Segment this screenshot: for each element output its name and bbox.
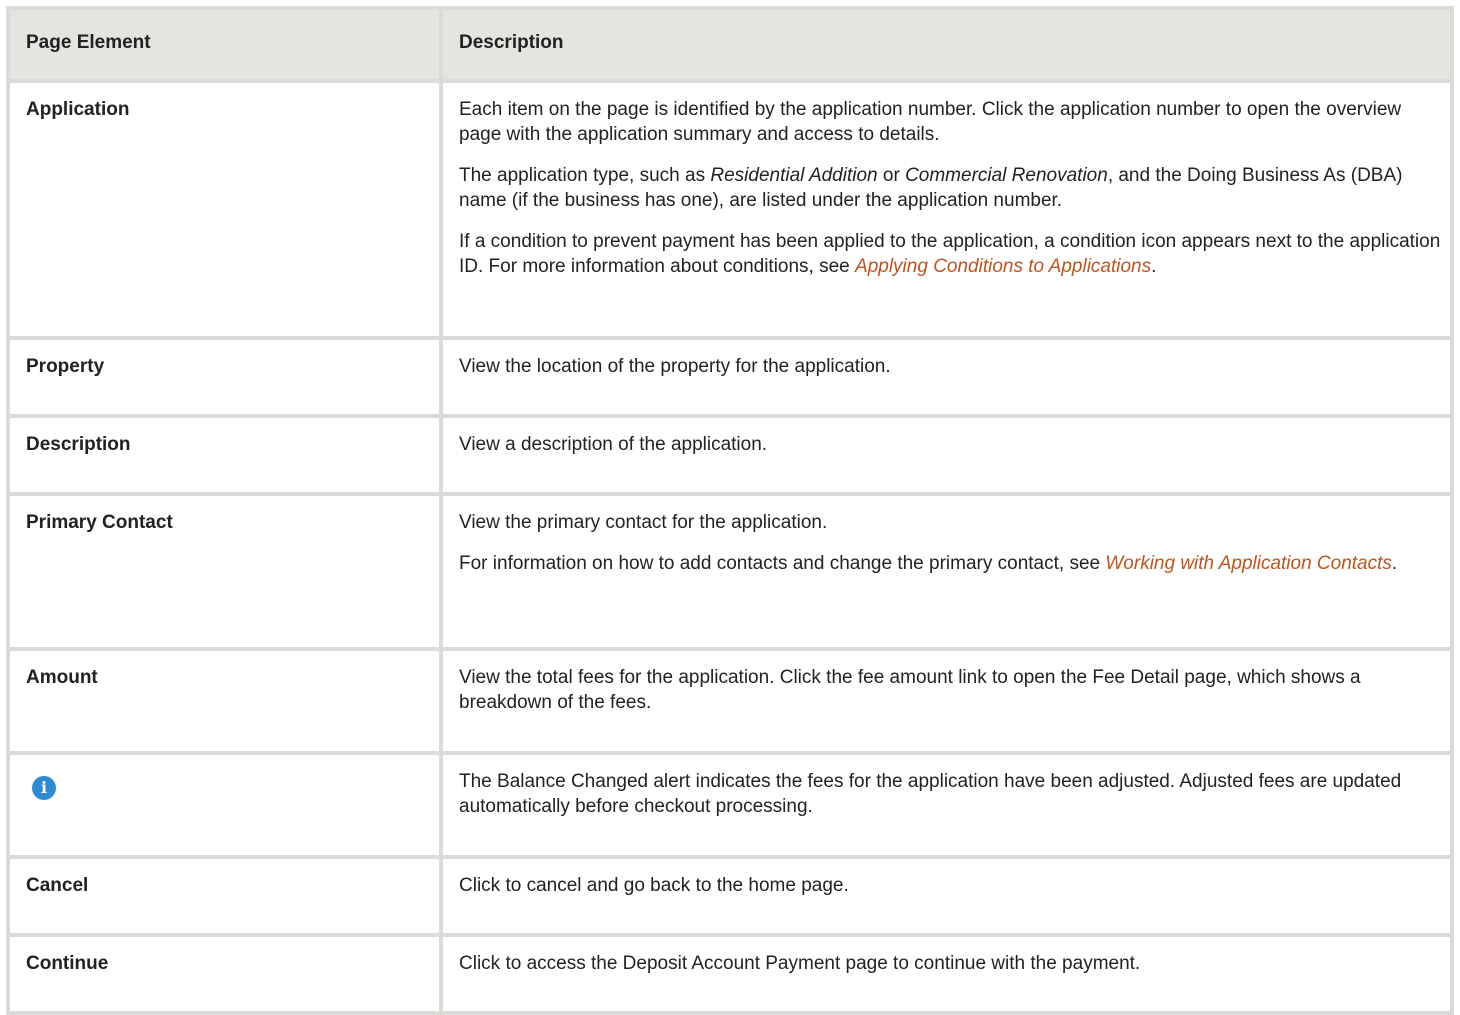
element-description: View the primary contact for the applica… xyxy=(439,492,1454,651)
table-row: Description View a description of the ap… xyxy=(6,414,1454,496)
table-row: Cancel Click to cancel and go back to th… xyxy=(6,855,1454,937)
element-description: View the location of the property for th… xyxy=(439,336,1454,418)
header-description: Description xyxy=(439,6,1454,83)
element-description: View a description of the application. xyxy=(439,414,1454,496)
table-row: Primary Contact View the primary contact… xyxy=(6,492,1454,651)
description-paragraph: The application type, such as Residentia… xyxy=(459,165,1403,211)
header-page-element: Page Element xyxy=(6,6,443,83)
element-name: i xyxy=(6,751,443,859)
description-paragraph: If a condition to prevent payment has be… xyxy=(459,231,1441,277)
element-description: Click to cancel and go back to the home … xyxy=(439,855,1454,937)
element-name: Description xyxy=(6,414,443,496)
element-description: Each item on the page is identified by t… xyxy=(439,79,1454,340)
example-type: Commercial Renovation xyxy=(905,165,1108,186)
element-description: View the total fees for the application.… xyxy=(439,647,1454,755)
element-description: Click to access the Deposit Account Paym… xyxy=(439,933,1454,1015)
table-header-row: Page Element Description xyxy=(6,6,1454,83)
applying-conditions-link[interactable]: Applying Conditions to Applications xyxy=(855,256,1151,277)
table-row: Application Each item on the page is ide… xyxy=(6,79,1454,340)
element-name: Continue xyxy=(6,933,443,1015)
table-row: Continue Click to access the Deposit Acc… xyxy=(6,933,1454,1015)
element-name: Application xyxy=(6,79,443,340)
description-paragraph: View the primary contact for the applica… xyxy=(459,512,828,533)
element-name: Primary Contact xyxy=(6,492,443,651)
description-paragraph: For information on how to add contacts a… xyxy=(459,553,1398,574)
element-name: Cancel xyxy=(6,855,443,937)
page-elements-table: Page Element Description Application Eac… xyxy=(6,6,1454,1015)
description-paragraph: Each item on the page is identified by t… xyxy=(459,99,1402,145)
info-icon: i xyxy=(32,776,56,800)
table-row: i The Balance Changed alert indicates th… xyxy=(6,751,1454,859)
example-type: Residential Addition xyxy=(710,165,878,186)
table-row: Amount View the total fees for the appli… xyxy=(6,647,1454,755)
element-name: Amount xyxy=(6,647,443,755)
element-description: The Balance Changed alert indicates the … xyxy=(439,751,1454,859)
element-name: Property xyxy=(6,336,443,418)
working-with-contacts-link[interactable]: Working with Application Contacts xyxy=(1105,553,1392,574)
table-row: Property View the location of the proper… xyxy=(6,336,1454,418)
